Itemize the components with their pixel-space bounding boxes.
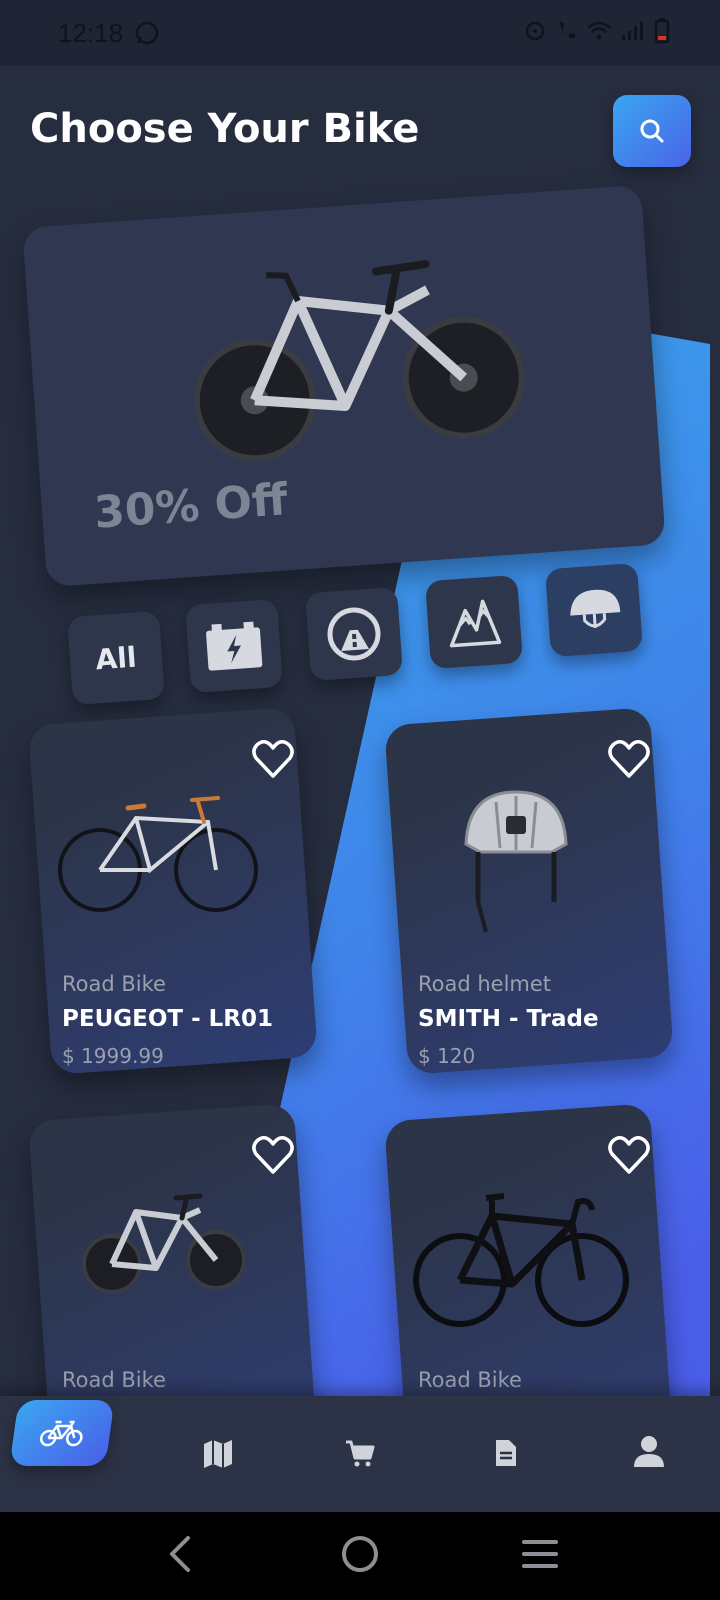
status-time: 12:18 [58,18,124,48]
battery-icon [206,621,263,671]
favorite-heart-icon[interactable] [250,1132,296,1178]
road-icon [327,607,381,661]
document-icon[interactable] [494,1438,518,1468]
electric-bike-image [82,1193,246,1295]
recent-apps-icon[interactable] [520,1534,560,1574]
status-icons [524,18,670,44]
promo-banner[interactable]: 30% Off [22,184,666,588]
mountain-icon [449,599,502,648]
offer-text: 30% Off [92,474,290,539]
helmet-icon [570,589,621,629]
black-road-bike-image [413,1193,629,1328]
cart-icon[interactable] [344,1438,376,1470]
electric-bike-image [193,260,525,462]
category-all[interactable]: All [67,610,165,706]
category-all-label: All [94,640,138,676]
favorite-heart-icon[interactable] [250,736,296,782]
system-navigation-bar [0,1512,720,1600]
page-title: Choose Your Bike [30,106,420,152]
bottom-navigation [0,1396,720,1512]
product-category: Road Bike [62,1368,166,1392]
nav-bikes-tab[interactable] [9,1400,115,1466]
home-icon[interactable] [340,1534,380,1574]
profile-icon[interactable] [632,1434,666,1468]
product-price: $ 1999.99 [62,1044,164,1068]
product-category: Road Bike [62,972,166,996]
product-card[interactable]: Road Bike PEUGEOT - LR01 $ 1999.99 [28,707,318,1075]
search-icon [640,119,664,143]
alarm-icon [525,21,545,41]
back-icon[interactable] [164,1534,196,1574]
battery-status-icon [654,18,670,44]
product-price: $ 120 [418,1044,476,1068]
app-screen: Choose Your Bike 30% Off All Road Bike P… [0,66,720,1512]
category-helmet[interactable] [545,562,643,658]
favorite-heart-icon[interactable] [606,1132,652,1178]
product-name: PEUGEOT - LR01 [62,1006,274,1032]
product-card[interactable]: Road helmet SMITH - Trade $ 120 [384,707,674,1075]
road-bike-image [58,796,258,912]
product-category: Road helmet [418,972,552,996]
product-name: SMITH - Trade [418,1006,599,1032]
search-button[interactable] [613,95,691,167]
product-category: Road Bike [418,1368,522,1392]
helmet-image [464,790,568,933]
call-icon [559,22,575,39]
wifi-icon [587,21,611,40]
whatsapp-icon [134,20,160,50]
bicycle-icon [39,1420,83,1447]
category-mountain[interactable] [425,574,523,670]
category-road[interactable] [305,586,403,682]
status-bar: 12:18 [0,0,720,66]
map-icon[interactable] [202,1438,234,1470]
signal-icon [622,22,643,40]
favorite-heart-icon[interactable] [606,736,652,782]
category-electric[interactable] [185,598,283,694]
